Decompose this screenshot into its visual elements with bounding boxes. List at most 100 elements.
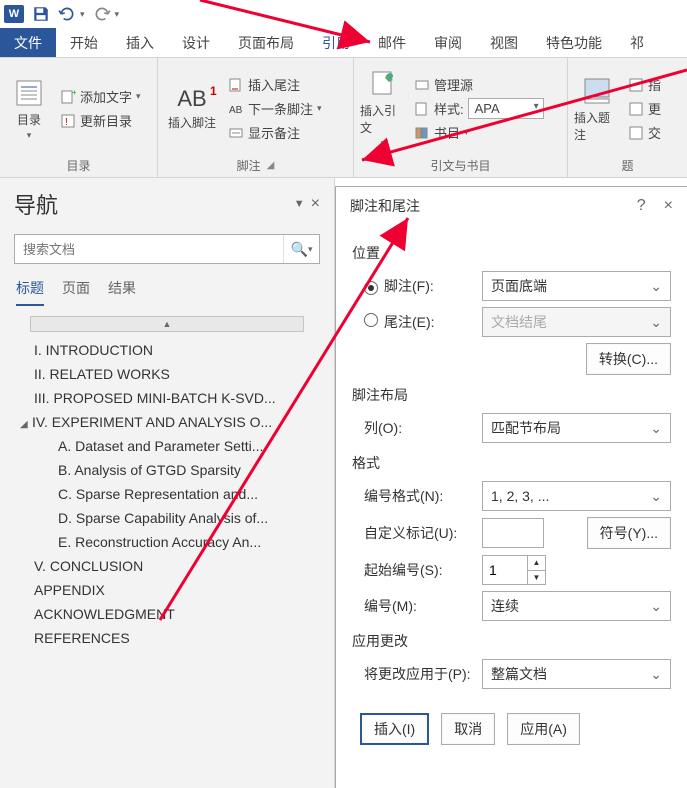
columns-select[interactable]: 匹配节布局 (482, 413, 671, 443)
outline-item[interactable]: C. Sparse Representation and... (14, 482, 320, 506)
update-tof-button[interactable]: 更 (626, 97, 663, 121)
endnote-position-select: 文档结尾 (482, 307, 671, 337)
nav-close-icon[interactable]: × (311, 195, 320, 213)
navigation-pane: 导航 ▼ × 🔍 ▾ 标题 页面 结果 ▲ I. INTRODUCTIONII.… (0, 178, 335, 788)
next-footnote-label: 下一条脚注 (248, 99, 313, 118)
tab-layout[interactable]: 页面布局 (224, 28, 308, 57)
numbering-select[interactable]: 连续 (482, 591, 671, 621)
dialog-help-icon[interactable]: ? (637, 197, 646, 215)
search-icon[interactable]: 🔍 ▾ (283, 235, 319, 263)
citation-style-select[interactable]: APA (468, 98, 544, 119)
group-toc-label: 目录 (6, 155, 151, 175)
qat-customize-icon[interactable]: ▾ (115, 9, 120, 20)
columns-label: 列(O): (352, 418, 472, 438)
ribbon-tabs: 文件 开始 插入 设计 页面布局 引用 邮件 审阅 视图 特色功能 祁 (0, 28, 687, 58)
outline-item[interactable]: V. CONCLUSION (14, 554, 320, 578)
nav-title: 导航 (14, 188, 58, 220)
manage-sources-button[interactable]: 管理源 (412, 73, 546, 97)
insert-endnote-button[interactable]: 插入尾注 (226, 73, 324, 97)
cancel-button[interactable]: 取消 (441, 713, 495, 745)
update-toc-button[interactable]: ! 更新目录 (58, 109, 143, 133)
start-at-spinner[interactable]: ▲▼ (482, 555, 546, 585)
convert-button[interactable]: 转换(C)... (586, 343, 671, 375)
dialog-close-icon[interactable]: × (664, 197, 673, 215)
footnotes-launcher-icon[interactable]: ◢ (267, 160, 275, 171)
outline-item[interactable]: ACKNOWLEDGMENT (14, 602, 320, 626)
symbol-button[interactable]: 符号(Y)... (587, 517, 671, 549)
citation-style-row: 样式: APA (412, 97, 546, 121)
save-icon[interactable] (32, 5, 50, 23)
cross-ref-button[interactable]: 交 (626, 121, 663, 145)
outline-item[interactable]: REFERENCES (14, 626, 320, 650)
footnote-position-select[interactable]: 页面底端 (482, 271, 671, 301)
insert-caption-button[interactable]: 插入题注 (574, 62, 620, 155)
tab-special[interactable]: 特色功能 (532, 28, 616, 57)
tab-home[interactable]: 开始 (56, 28, 112, 57)
bibliography-label: 书目 (434, 123, 460, 142)
outline-item[interactable]: III. PROPOSED MINI-BATCH K-SVD... (14, 386, 320, 410)
insert-button[interactable]: 插入(I) (360, 713, 429, 745)
start-at-input[interactable] (483, 556, 527, 584)
next-footnote-button[interactable]: AB 下一条脚注▾ (226, 97, 324, 121)
insert-citation-label: 插入引文 (360, 102, 406, 136)
nav-tab-pages[interactable]: 页面 (62, 278, 90, 306)
custom-mark-label: 自定义标记(U): (352, 523, 472, 543)
add-text-button[interactable]: + 添加文字▾ (58, 85, 143, 109)
quick-access-toolbar: W ▾ ▾ (0, 0, 687, 28)
tab-insert[interactable]: 插入 (112, 28, 168, 57)
spin-down-icon[interactable]: ▼ (528, 571, 545, 585)
section-apply: 应用更改 (352, 631, 671, 651)
bibliography-button[interactable]: 书目▾ (412, 121, 546, 145)
toc-button[interactable]: 目录 ▾ (6, 62, 52, 155)
tab-view[interactable]: 视图 (476, 28, 532, 57)
insert-footnote-button[interactable]: AB1 插入脚注 (164, 62, 220, 155)
show-notes-button[interactable]: 显示备注 (226, 121, 324, 145)
spin-up-icon[interactable]: ▲ (528, 556, 545, 571)
dialog-title: 脚注和尾注 (350, 196, 420, 216)
undo-icon[interactable] (58, 5, 76, 23)
outline-item[interactable]: D. Sparse Capability Analysis of... (14, 506, 320, 530)
endnote-radio-row[interactable]: 尾注(E): (352, 312, 472, 332)
nav-search-input[interactable] (15, 235, 283, 263)
apply-button[interactable]: 应用(A) (507, 713, 580, 745)
insert-caption-label: 插入题注 (574, 109, 620, 143)
outline-item[interactable]: E. Reconstruction Accuracy An... (14, 530, 320, 554)
nav-tab-headings[interactable]: 标题 (16, 278, 44, 306)
show-notes-label: 显示备注 (248, 123, 300, 142)
insert-footnote-label: 插入脚注 (168, 114, 216, 131)
endnote-radio[interactable] (364, 313, 378, 327)
nav-collapse-bar[interactable]: ▲ (30, 316, 304, 332)
num-format-select[interactable]: 1, 2, 3, ... (482, 481, 671, 511)
svg-text:AB: AB (229, 105, 243, 116)
undo-dropdown-icon[interactable]: ▾ (80, 9, 85, 20)
nav-options-icon[interactable]: ▼ (294, 198, 305, 210)
section-position: 位置 (352, 243, 671, 263)
style-label: 样式: (434, 99, 464, 118)
custom-mark-input[interactable] (482, 518, 544, 548)
outline-item[interactable]: II. RELATED WORKS (14, 362, 320, 386)
footnote-radio[interactable] (364, 281, 378, 295)
outline-item[interactable]: APPENDIX (14, 578, 320, 602)
toc-label: 目录 (17, 111, 41, 128)
group-toc: 目录 ▾ + 添加文字▾ ! 更新目录 目录 (0, 58, 158, 177)
tab-more[interactable]: 祁 (616, 28, 658, 57)
footnote-dialog: 脚注和尾注 ? × 位置 脚注(F): 页面底端 尾注(E): 文档结尾 转换(… (335, 186, 687, 788)
outline-item[interactable]: B. Analysis of GTGD Sparsity (14, 458, 320, 482)
tab-mailings[interactable]: 邮件 (364, 28, 420, 57)
apply-to-select[interactable]: 整篇文档 (482, 659, 671, 689)
tab-review[interactable]: 审阅 (420, 28, 476, 57)
section-layout: 脚注布局 (352, 385, 671, 405)
outline-item[interactable]: I. INTRODUCTION (14, 338, 320, 362)
insert-citation-button[interactable]: 插入引文 ▾ (360, 62, 406, 155)
nav-tab-results[interactable]: 结果 (108, 278, 136, 306)
tab-file[interactable]: 文件 (0, 28, 56, 57)
outline-item[interactable]: ◢IV. EXPERIMENT AND ANALYSIS O... (14, 410, 320, 434)
outline-item[interactable]: A. Dataset and Parameter Setti... (14, 434, 320, 458)
insert-tof-button[interactable]: 指 (626, 73, 663, 97)
tab-design[interactable]: 设计 (168, 28, 224, 57)
footnote-radio-row[interactable]: 脚注(F): (352, 276, 472, 296)
redo-icon[interactable] (93, 5, 111, 23)
section-format: 格式 (352, 453, 671, 473)
num-format-label: 编号格式(N): (352, 486, 472, 506)
tab-references[interactable]: 引用 (308, 28, 364, 57)
